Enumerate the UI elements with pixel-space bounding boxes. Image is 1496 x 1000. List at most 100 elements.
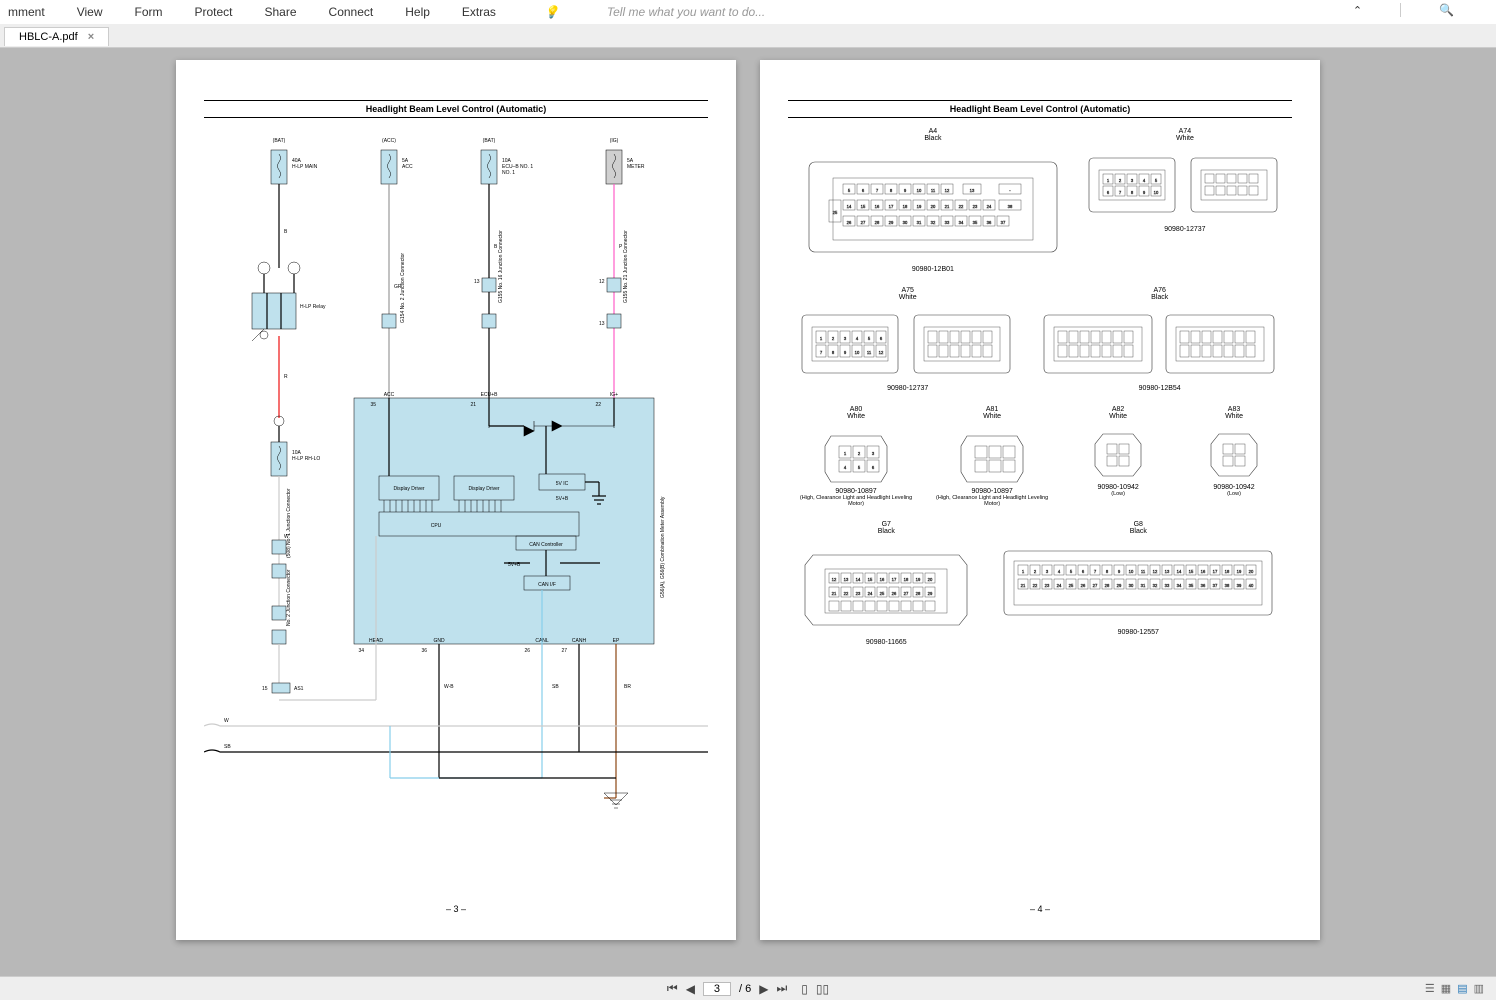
menu-comment[interactable]: mment [8,5,45,19]
page-4-number: – 4 – [1030,904,1050,914]
page-3: Headlight Beam Level Control (Automatic)… [176,60,736,940]
page-3-number: – 3 – [446,904,466,914]
svg-text:1: 1 [1107,178,1110,183]
view-continuous-icon[interactable]: ▤ [1457,982,1467,995]
menu-bar: mment View Form Protect Share Connect He… [0,0,1496,24]
page-3-title: Headlight Beam Level Control (Automatic) [204,100,708,118]
svg-text:CPU: CPU [431,523,442,529]
svg-text:16: 16 [875,204,880,209]
svg-text:G154 No. 2 Junction Connector: G154 No. 2 Junction Connector [400,253,406,323]
page-input[interactable] [703,982,731,996]
svg-text:40: 40 [1249,583,1254,588]
svg-text:Display Driver: Display Driver [468,486,499,492]
svg-text:21: 21 [945,204,950,209]
svg-text:23: 23 [1045,583,1050,588]
svg-text:AS1: AS1 [294,686,304,692]
svg-text:37: 37 [1213,583,1218,588]
svg-text:22: 22 [959,204,964,209]
svg-text:(BAT): (BAT) [273,138,286,144]
svg-text:METER: METER [627,164,645,170]
connector-A82 [1091,422,1145,482]
svg-text:26: 26 [1081,583,1086,588]
menu-form[interactable]: Form [134,5,162,19]
svg-text:28: 28 [875,220,880,225]
close-icon[interactable]: × [88,31,94,43]
svg-text:15: 15 [1189,569,1194,574]
svg-text:21: 21 [1021,583,1026,588]
svg-text:5: 5 [868,336,871,341]
menu-help[interactable]: Help [405,5,430,19]
svg-text:12: 12 [1153,569,1158,574]
svg-text:33: 33 [1165,583,1170,588]
first-page-icon[interactable]: ⏮ [667,981,678,996]
svg-text:(ACC): (ACC) [382,138,396,144]
svg-text:25: 25 [880,591,885,596]
connector-G8: 1 2 3 4 5 6 7 8 9 10 11 [998,537,1278,627]
document-viewer[interactable]: Headlight Beam Level Control (Automatic)… [0,48,1496,968]
minimize-ribbon-icon[interactable]: ⌃ [1353,4,1362,17]
next-page-icon[interactable]: ▶ [759,982,768,996]
svg-text:30: 30 [903,220,908,225]
svg-text:6: 6 [862,188,865,193]
svg-text:CAN I/F: CAN I/F [538,582,556,588]
layout-single-icon[interactable]: ▯ [801,982,808,996]
tab-bar: HBLC-A.pdf × [0,24,1496,48]
svg-text:25: 25 [833,210,838,215]
svg-text:8: 8 [890,188,893,193]
svg-text:7: 7 [1094,569,1097,574]
view-facing-cont-icon[interactable]: ▥ [1474,982,1484,995]
layout-facing-icon[interactable]: ▯▯ [816,982,829,996]
svg-text:-: - [1009,188,1011,193]
svg-text:ACC: ACC [384,392,395,398]
menu-protect[interactable]: Protect [194,5,232,19]
svg-text:16: 16 [880,577,885,582]
svg-text:H-LP RH-LO: H-LP RH-LO [292,456,320,462]
svg-text:31: 31 [1141,583,1146,588]
svg-text:3: 3 [1046,569,1049,574]
svg-text:9: 9 [1143,190,1146,195]
lightbulb-icon: 💡 [544,5,559,19]
svg-text:36: 36 [1201,583,1206,588]
svg-text:20: 20 [931,204,936,209]
menu-connect[interactable]: Connect [329,5,374,19]
svg-text:35: 35 [370,402,376,408]
search-icon[interactable]: 🔍 [1439,3,1454,17]
connector-A74: 1 2 3 4 5 6 7 8 9 10 [1085,144,1285,224]
svg-text:10: 10 [854,350,859,355]
tab-label: HBLC-A.pdf [19,31,78,43]
prev-page-icon[interactable]: ◀ [686,982,695,996]
svg-text:2: 2 [1034,569,1037,574]
menu-extras[interactable]: Extras [462,5,496,19]
wiring-diagram: (BAT) 40A H-LP MAIN (ACC) 5A ACC (BAT) 1… [204,128,708,888]
svg-text:5: 5 [1070,569,1073,574]
svg-text:27: 27 [1093,583,1098,588]
svg-text:36: 36 [987,220,992,225]
svg-text:9: 9 [844,350,847,355]
svg-text:SB: SB [552,684,559,690]
svg-text:1: 1 [844,451,847,456]
svg-text:31: 31 [917,220,922,225]
svg-text:B: B [284,229,288,235]
svg-text:R: R [284,374,288,380]
svg-text:24: 24 [987,204,992,209]
svg-text:18: 18 [904,577,909,582]
svg-text:29: 29 [928,591,933,596]
svg-text:12: 12 [599,279,605,285]
view-grid-icon[interactable]: ▦ [1441,982,1451,995]
tell-me-input[interactable]: Tell me what you want to do... [607,5,765,19]
svg-text:6: 6 [872,465,875,470]
view-list-icon[interactable]: ☰ [1425,982,1435,995]
svg-text:29: 29 [889,220,894,225]
menu-view[interactable]: View [77,5,103,19]
svg-text:11: 11 [867,350,872,355]
svg-text:33: 33 [945,220,950,225]
last-page-icon[interactable]: ⏭ [776,981,787,996]
svg-text:2: 2 [1119,178,1122,183]
svg-text:13: 13 [970,188,975,193]
svg-text:7: 7 [876,188,879,193]
svg-text:6: 6 [1107,190,1110,195]
menu-share[interactable]: Share [265,5,297,19]
tab-document[interactable]: HBLC-A.pdf × [4,27,109,46]
svg-text:G56(A), G56(B) Combination Met: G56(A), G56(B) Combination Meter Assembl… [660,496,666,598]
connector-A4: 5 6 7 8 9 10 11 12 13 - [803,144,1063,264]
